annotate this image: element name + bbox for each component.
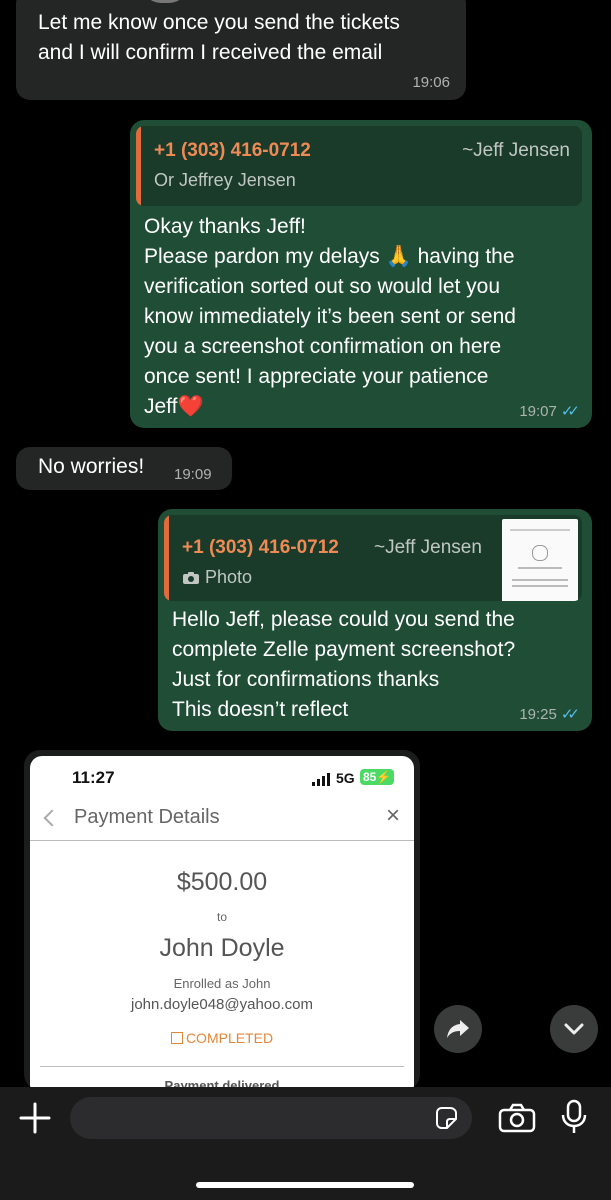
status-bar: 11:27 5G 85⚡ bbox=[30, 756, 414, 796]
message-time: 19:06 bbox=[412, 74, 450, 91]
quote-sender-phone: +1 (303) 416-0712 bbox=[182, 537, 339, 558]
message-bubble-outgoing[interactable]: +1 (303) 416-0712 ~Jeff Jensen Or Jeffre… bbox=[130, 120, 592, 428]
message-bubble-incoming[interactable]: Let me know once you send the tickets an… bbox=[16, 0, 466, 100]
calendar-icon bbox=[170, 1032, 183, 1044]
screen-title: Payment Details bbox=[74, 806, 220, 828]
quote-sender-phone: +1 (303) 416-0712 bbox=[154, 140, 311, 161]
camera-icon bbox=[498, 1103, 536, 1133]
quote-text: Or Jeffrey Jensen bbox=[154, 170, 296, 190]
thumb-line bbox=[518, 567, 562, 569]
thumb-line bbox=[510, 529, 570, 531]
enrolled-label: Enrolled as John bbox=[173, 976, 271, 991]
close-icon[interactable]: × bbox=[386, 802, 400, 830]
payment-amount: $500.00 bbox=[176, 868, 268, 896]
microphone-icon bbox=[561, 1099, 587, 1133]
to-label: to bbox=[216, 910, 227, 924]
camera-button[interactable] bbox=[498, 1103, 536, 1133]
header-divider bbox=[30, 840, 414, 841]
network-label: 5G bbox=[336, 770, 355, 786]
quote-accent-bar bbox=[136, 126, 141, 206]
forward-icon bbox=[447, 1020, 469, 1038]
quoted-message[interactable]: +1 (303) 416-0712 ~Jeff Jensen Or Jeffre… bbox=[136, 126, 582, 206]
message-time: 19:25 ✓✓ bbox=[519, 706, 580, 723]
camera-small-icon bbox=[183, 571, 199, 584]
input-dock bbox=[0, 1087, 611, 1200]
quote-sender-name: ~Jeff Jensen bbox=[374, 537, 482, 558]
status-clock: 11:27 bbox=[72, 768, 115, 787]
payment-screenshot: 11:27 5G 85⚡ Payment Details × $500.00 t… bbox=[30, 756, 414, 1090]
home-indicator bbox=[196, 1182, 414, 1188]
quoted-message[interactable]: +1 (303) 416-0712 ~Jeff Jensen Photo bbox=[164, 515, 582, 601]
back-chevron-icon[interactable] bbox=[43, 809, 61, 827]
message-bubble-outgoing[interactable]: +1 (303) 416-0712 ~Jeff Jensen Photo Hel… bbox=[158, 509, 592, 731]
read-ticks-icon: ✓✓ bbox=[560, 706, 580, 723]
message-text: No worries! bbox=[38, 455, 145, 478]
recipient-email: john.doyle048@yahoo.com bbox=[130, 996, 313, 1013]
message-time: 19:07 ✓✓ bbox=[519, 403, 580, 420]
thumb-circle bbox=[532, 545, 548, 561]
scroll-down-button[interactable] bbox=[550, 1005, 598, 1053]
thumb-line bbox=[512, 579, 568, 581]
plus-button[interactable] bbox=[18, 1101, 52, 1135]
message-text: Let me know once you send the tickets an… bbox=[38, 11, 400, 64]
recipient-name: John Doyle bbox=[159, 934, 285, 962]
quote-photo-label: Photo bbox=[182, 567, 252, 588]
microphone-button[interactable] bbox=[561, 1099, 587, 1135]
forward-button[interactable] bbox=[434, 1005, 482, 1053]
sticker-button[interactable] bbox=[434, 1106, 458, 1130]
status-label: COMPLETED bbox=[30, 1030, 414, 1046]
top-avatar-fragment bbox=[142, 0, 188, 3]
message-bubble-incoming[interactable]: No worries! 19:09 bbox=[16, 447, 232, 490]
signal-icon bbox=[312, 772, 334, 786]
message-text: Okay thanks Jeff! Please pardon my delay… bbox=[144, 215, 516, 418]
quote-sender-name: ~Jeff Jensen bbox=[462, 140, 570, 161]
message-input[interactable] bbox=[70, 1097, 472, 1139]
quote-accent-bar bbox=[164, 515, 169, 601]
section-divider bbox=[40, 1066, 404, 1067]
plus-icon bbox=[19, 1102, 51, 1134]
quote-photo-thumbnail[interactable] bbox=[502, 519, 578, 601]
message-time: 19:09 bbox=[174, 466, 212, 483]
thumb-line bbox=[512, 585, 568, 587]
battery-icon: 85⚡ bbox=[360, 769, 395, 785]
chevron-down-icon bbox=[564, 1023, 584, 1035]
read-ticks-icon: ✓✓ bbox=[560, 403, 580, 420]
sticker-icon bbox=[436, 1107, 457, 1129]
image-message[interactable]: 11:27 5G 85⚡ Payment Details × $500.00 t… bbox=[24, 750, 420, 1090]
